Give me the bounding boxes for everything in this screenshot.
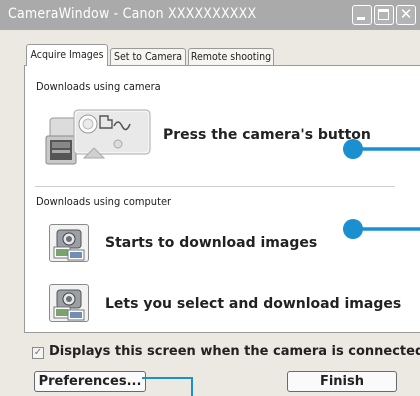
- minimize-button[interactable]: [352, 5, 372, 25]
- camera-section-label: Downloads using camera: [36, 80, 161, 93]
- tab-remote-shooting[interactable]: Remote shooting: [188, 48, 274, 65]
- close-button[interactable]: ✕: [396, 5, 416, 25]
- start-download-text[interactable]: Starts to download images: [105, 235, 317, 251]
- preferences-callout-line: [142, 377, 193, 396]
- select-download-text[interactable]: Lets you select and download images: [105, 296, 401, 312]
- camera-window: CameraWindow - Canon XXXXXXXXXX ✕ Acquir…: [0, 0, 420, 396]
- camera-connect-illustration: [45, 109, 151, 165]
- camera-download-icon: [53, 229, 85, 261]
- tab-set-to-camera[interactable]: Set to Camera: [110, 48, 186, 65]
- title-bar[interactable]: CameraWindow - Canon XXXXXXXXXX ✕: [0, 0, 420, 30]
- computer-section-label: Downloads using computer: [36, 195, 172, 208]
- select-download-button[interactable]: [49, 284, 89, 322]
- preferences-button[interactable]: Preferences...: [34, 371, 146, 392]
- startup-checkbox-label: Displays this screen when the camera is …: [49, 344, 420, 359]
- camera-select-icon: [53, 289, 85, 321]
- finish-button[interactable]: Finish: [287, 371, 397, 392]
- window-title: CameraWindow - Canon XXXXXXXXXX: [8, 6, 257, 22]
- callout-lines: [343, 139, 420, 239]
- minimize-icon: [357, 17, 365, 20]
- startup-checkbox[interactable]: ✓: [32, 347, 44, 359]
- maximize-icon: [378, 9, 389, 20]
- tab-acquire-images[interactable]: Acquire Images: [26, 44, 108, 66]
- maximize-button[interactable]: [374, 5, 394, 25]
- start-download-button[interactable]: [49, 224, 89, 262]
- close-icon: ✕: [399, 5, 413, 23]
